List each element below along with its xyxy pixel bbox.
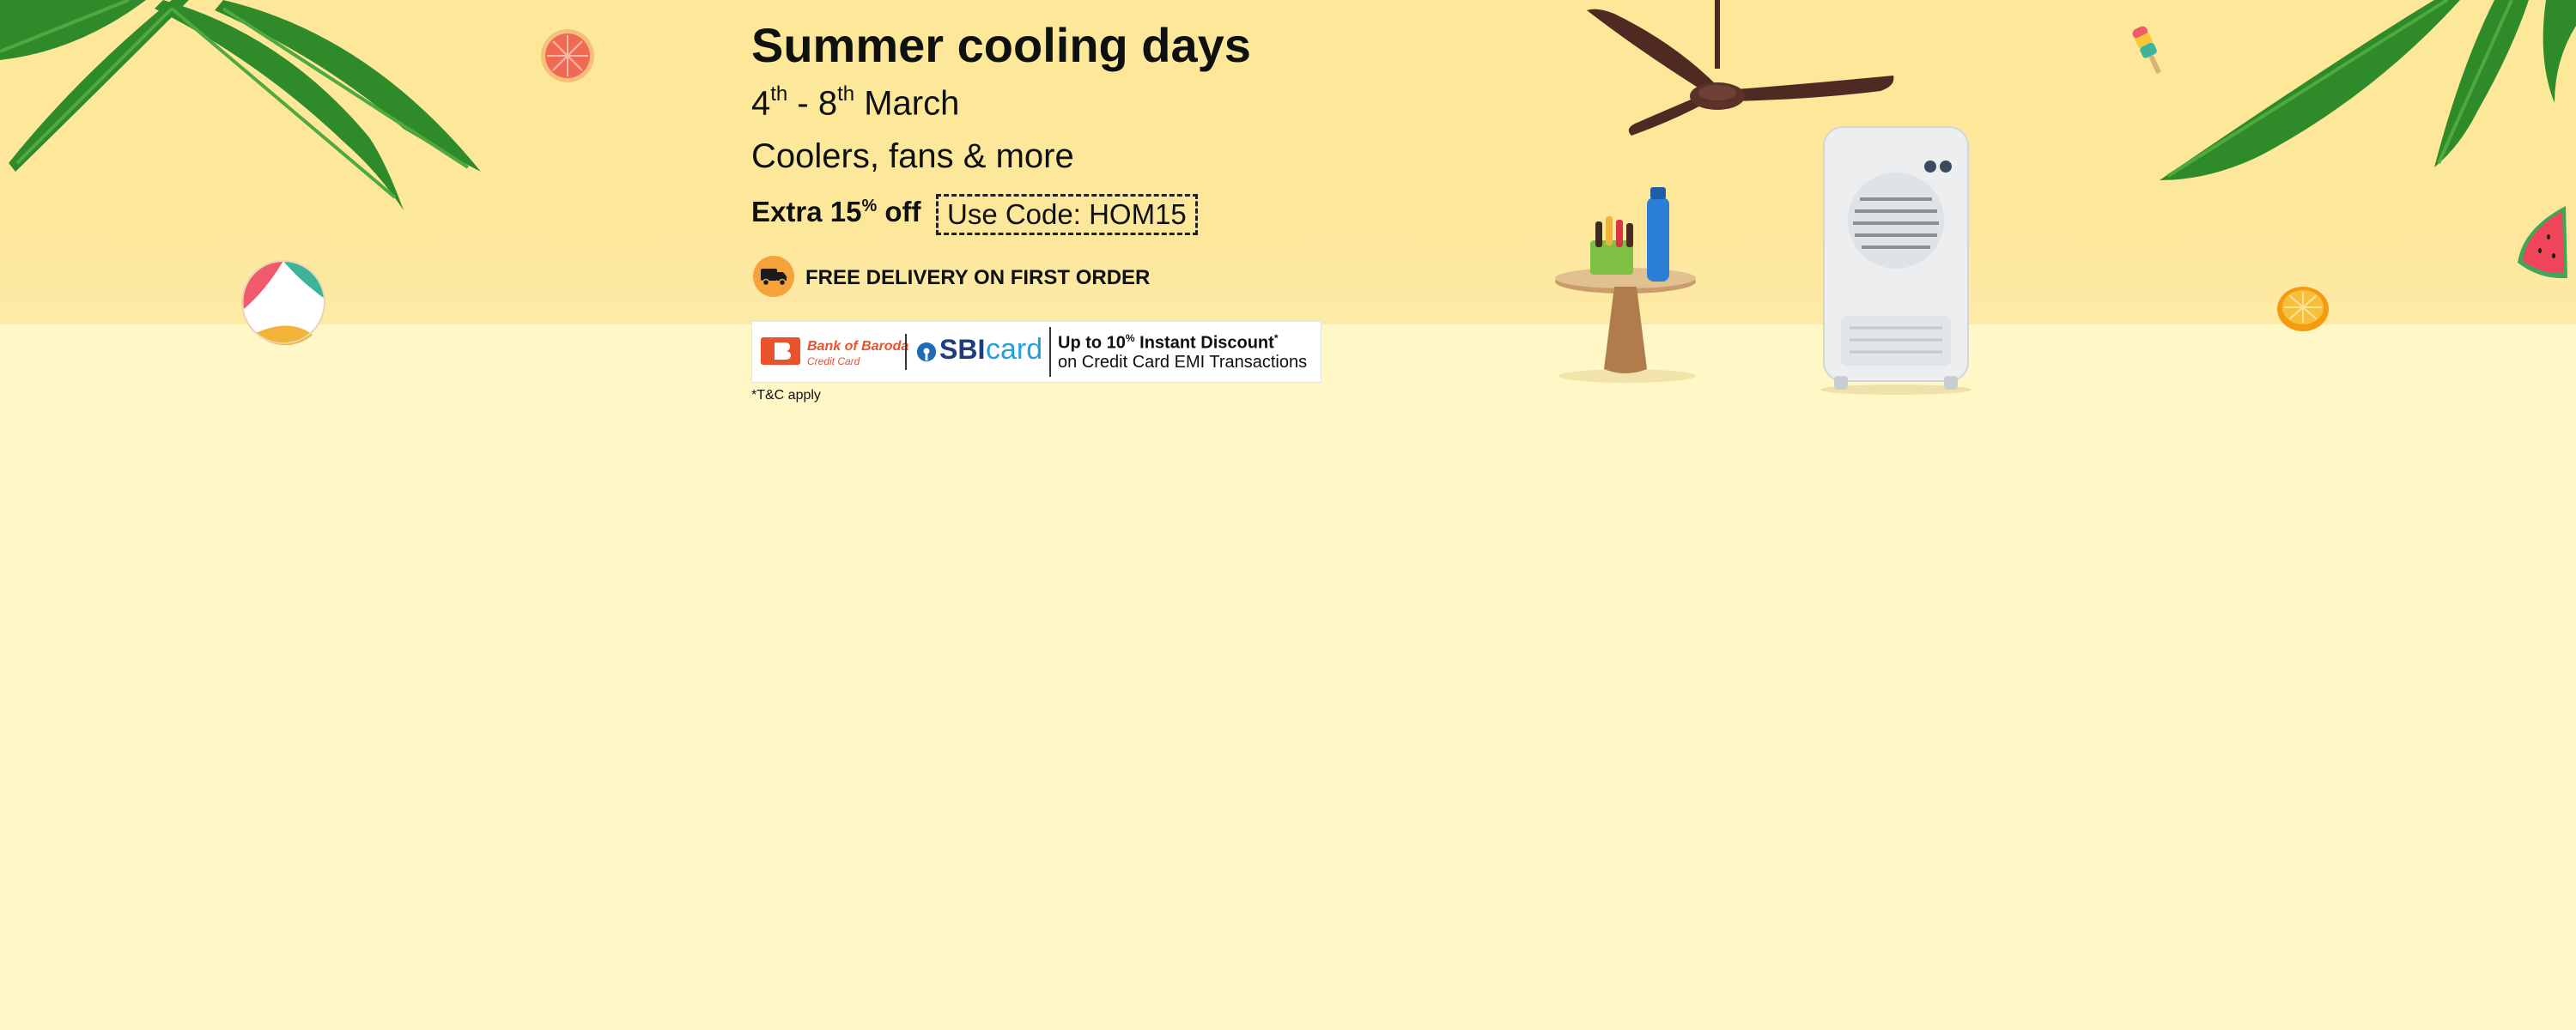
sbi-logo-icon xyxy=(917,342,936,361)
grapefruit-slice-icon xyxy=(541,29,594,82)
offer-text: Extra 15% off xyxy=(751,196,921,228)
subtitle: Coolers, fans & more xyxy=(751,137,1074,175)
beach-ball-icon xyxy=(241,260,325,346)
sbi-card-text: card xyxy=(986,333,1043,366)
end-day-suffix: th xyxy=(837,82,855,106)
end-day: 8 xyxy=(817,84,838,123)
coupon-code: Use Code: HOM15 xyxy=(936,194,1198,235)
bob-name: Bank of Baroda xyxy=(807,339,909,354)
bottom-band xyxy=(0,324,2576,1030)
palm-leaves-right-icon xyxy=(2160,0,2576,180)
terms-text: *T&C apply xyxy=(751,388,821,403)
discount-percent: % xyxy=(1125,332,1135,344)
start-day: 4 xyxy=(751,84,771,123)
palm-leaves-left-icon xyxy=(0,0,481,210)
orange-slice-icon xyxy=(2277,287,2329,331)
date-separator: - xyxy=(787,84,818,123)
sbi-name: SBI xyxy=(939,334,986,365)
free-delivery-text: FREE DELIVERY ON FIRST ORDER xyxy=(805,266,1151,289)
offer-suffix: off xyxy=(877,196,921,227)
air-cooler-icon xyxy=(1820,126,1971,395)
divider xyxy=(1049,327,1051,377)
sale-dates: 4th - 8th March xyxy=(751,82,960,123)
side-table-icon xyxy=(1555,187,1696,383)
watermelon-slice-icon xyxy=(2518,206,2567,279)
divider xyxy=(905,334,907,370)
discount-suffix: Instant Discount xyxy=(1134,333,1274,353)
bob-subtext: Credit Card xyxy=(807,355,860,367)
page-title: Summer cooling days xyxy=(751,18,1251,72)
offer-prefix: Extra 15 xyxy=(751,196,862,227)
discount-prefix: Up to 10 xyxy=(1058,333,1126,353)
emi-text: on Credit Card EMI Transactions xyxy=(1058,353,1308,372)
delivery-truck-icon xyxy=(753,256,794,297)
month: March xyxy=(854,84,960,123)
offer-percent: % xyxy=(861,197,878,215)
instant-discount-text: Up to 10% Instant Discount* xyxy=(1058,332,1278,354)
bank-of-baroda-logo-icon xyxy=(761,337,800,365)
discount-star: * xyxy=(1273,332,1279,344)
bank-offer-banner[interactable]: Bank of Baroda Credit Card SBI card Up t… xyxy=(751,321,1321,383)
start-day-suffix: th xyxy=(770,82,788,106)
